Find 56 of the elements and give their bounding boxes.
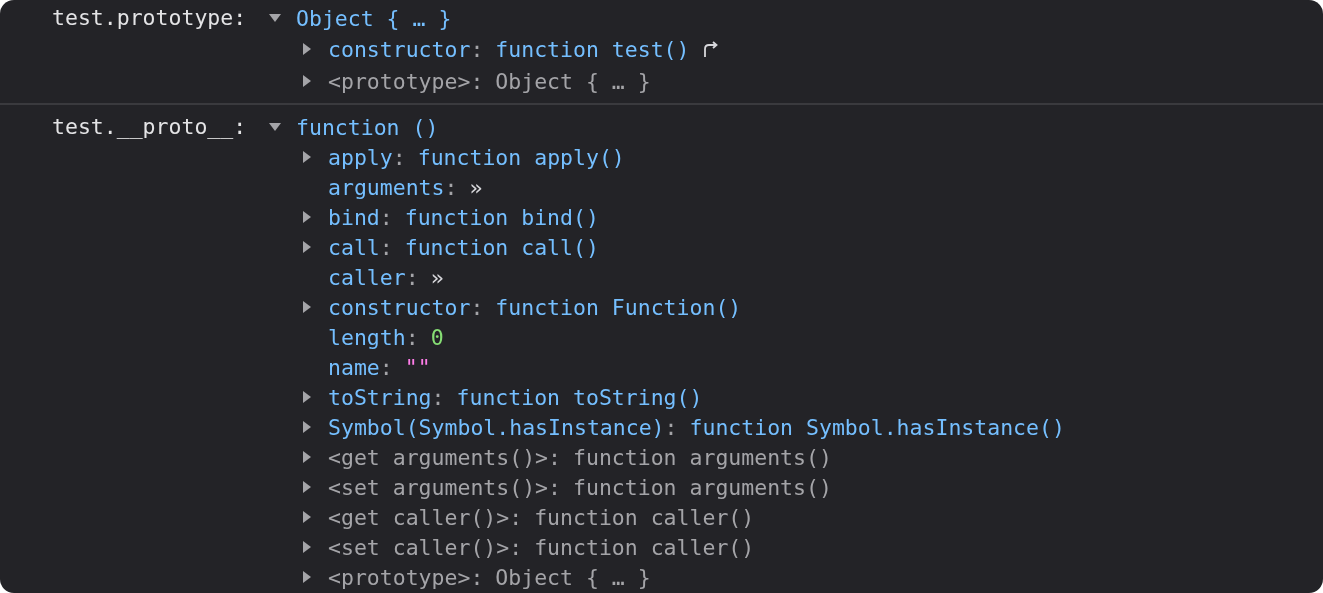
property-value: 0 [430,324,444,350]
expression-label: test.__proto__: [52,113,248,141]
property-value: "" [404,354,431,380]
property-value: function arguments() [573,444,832,470]
property-value: Object { … } [495,564,651,590]
separator: : [664,414,678,440]
property-value: function caller() [534,534,755,560]
property-key: <prototype> [328,564,471,590]
object-value[interactable]: Object { … } [296,5,452,31]
expression-label: test.prototype: [52,4,248,32]
property-value: function bind() [404,204,599,230]
property-key: bind [328,204,380,230]
property-value: function Function() [495,294,742,320]
property-value: » [469,174,483,200]
property-value: » [430,264,444,290]
property-key: name [328,354,380,380]
separator: : [431,384,445,410]
property-value: function toString() [456,384,703,410]
property-key: constructor [328,294,471,320]
property-key: length [328,324,406,350]
property-key: toString [328,384,432,410]
separator: : [509,534,523,560]
separator: : [444,174,458,200]
property-key: Symbol(Symbol.hasInstance) [328,414,665,440]
property-key: call [328,234,380,260]
property-key: <prototype> [328,68,471,94]
separator: : [509,504,523,530]
separator: : [470,68,484,94]
property-key: constructor [328,36,471,62]
separator: : [470,36,484,62]
jump-arrow-icon[interactable] [701,40,720,58]
property-key: <get caller()> [328,504,510,530]
separator: : [379,204,393,230]
property-value: function arguments() [573,474,832,500]
separator: : [548,444,561,470]
property-key: <set caller()> [328,534,510,560]
property-key: caller [328,264,406,290]
separator: : [548,474,561,500]
property-value: function caller() [534,504,755,530]
property-value: function call() [404,234,599,260]
property-value: function Symbol.hasInstance() [689,414,1065,440]
separator: : [470,564,484,590]
separator: : [405,324,419,350]
separator: : [470,294,484,320]
property-value: function test() [495,36,690,62]
separator: : [379,234,393,260]
property-key: apply [328,144,393,170]
property-key: <get arguments()> [328,444,549,470]
object-value[interactable]: function () [296,114,439,140]
property-key: <set arguments()> [328,474,549,500]
property-value: function apply() [417,144,625,170]
separator: : [392,144,406,170]
separator: : [405,264,419,290]
property-key: arguments [328,174,445,200]
property-value: Object { … } [495,68,651,94]
separator: : [379,354,393,380]
